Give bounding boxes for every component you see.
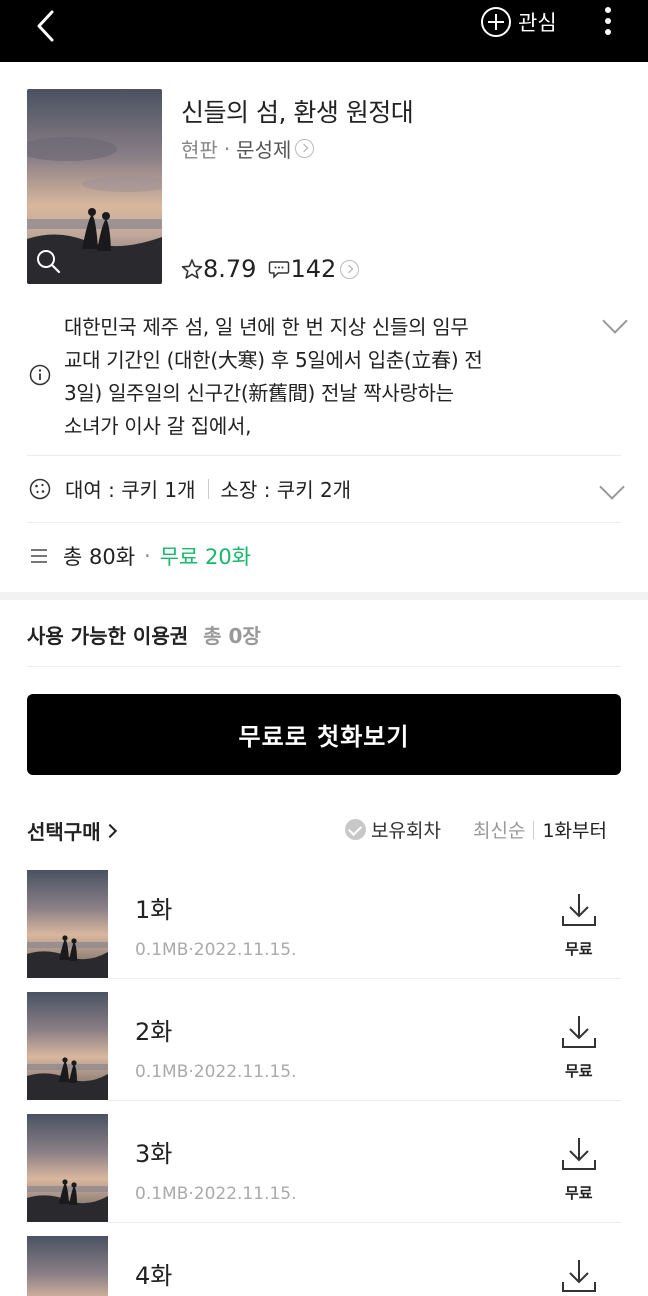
download-icon (562, 1138, 596, 1170)
download-icon (562, 1260, 596, 1292)
divider (108, 978, 621, 979)
author-link[interactable]: 문성제 (236, 134, 291, 163)
back-button[interactable] (26, 6, 66, 46)
ticket-count: 총 0장 (203, 624, 261, 648)
owned-filter-label: 보유회차 (371, 820, 441, 842)
episode-summary: 총 80화 · 무료 20화 (29, 541, 251, 571)
chevron-left-icon (37, 10, 54, 42)
episode-title: 4화 (135, 1262, 173, 1290)
episode-price: 무료 (565, 1184, 593, 1202)
book-cover[interactable] (27, 89, 162, 284)
favorite-button[interactable]: 관심 (480, 4, 557, 40)
description-line: 3일) 일주일의 신구간(新舊間) 전날 짝사랑하는 (64, 381, 454, 405)
episode-meta: 0.1MB·2022.11.15. (135, 1062, 297, 1082)
rating-row: 8.79 142 (181, 255, 360, 283)
pricing-row[interactable]: 대여 : 쿠키 1개 소장 : 쿠키 2개 (29, 474, 351, 503)
episode-row[interactable]: 4화 (27, 1236, 621, 1296)
episode-thumbnail (27, 1114, 108, 1222)
more-menu-button[interactable] (596, 6, 620, 38)
episode-row[interactable]: 1화 0.1MB·2022.11.15. 무료 (27, 870, 621, 978)
select-buy-label: 선택구매 (27, 820, 101, 844)
read-first-free-button[interactable]: 무료로 첫화보기 (27, 694, 621, 775)
ticket-info: 사용 가능한 이용권 총 0장 (27, 620, 261, 649)
comment-icon (269, 261, 290, 279)
chevron-right-icon (102, 823, 117, 838)
episode-thumbnail (27, 1236, 108, 1296)
book-title: 신들의 섬, 환생 원정대 (181, 98, 414, 127)
episode-title: 2화 (135, 1018, 173, 1046)
magnifier-icon (37, 250, 61, 274)
list-icon (31, 549, 47, 563)
download-button[interactable] (559, 890, 599, 930)
expand-description-icon[interactable] (602, 308, 628, 334)
description-line: 소녀가 이사 갈 집에서, (64, 414, 252, 438)
episode-price: 무료 (565, 1062, 593, 1080)
expand-pricing-icon[interactable] (599, 474, 625, 500)
favorite-label: 관심 (518, 11, 557, 35)
plus-circle-icon (481, 7, 511, 37)
episode-thumbnail (27, 992, 108, 1100)
episode-row[interactable]: 3화 0.1MB·2022.11.15. 무료 (27, 1114, 621, 1222)
sort-controls: 최신순 1화부터 (473, 816, 607, 843)
book-description[interactable]: 대한민국 제주 섬, 일 년에 한 번 지상 신들의 임무 교대 기간인 (대한… (64, 311, 564, 443)
download-icon (562, 894, 596, 926)
star-icon (181, 259, 203, 279)
section-divider (0, 592, 648, 600)
divider (108, 1100, 621, 1101)
divider (27, 666, 621, 667)
select-buy-button[interactable]: 선택구매 (27, 816, 117, 845)
episode-thumbnail (27, 870, 108, 978)
divider (108, 1222, 621, 1223)
rating-value: 8.79 (203, 255, 257, 283)
comment-count[interactable]: 142 (290, 255, 336, 283)
own-price: 소장 : 쿠키 2개 (220, 478, 352, 502)
ticket-label: 사용 가능한 이용권 (27, 624, 189, 648)
description-line: 교대 기간인 (대한(大寒) 후 5일에서 입춘(立春) 전 (64, 348, 483, 372)
download-button[interactable] (559, 1134, 599, 1174)
episode-price: 무료 (565, 940, 593, 958)
episode-title: 3화 (135, 1140, 173, 1168)
total-episodes: 총 80화 (63, 545, 136, 569)
episode-row[interactable]: 2화 0.1MB·2022.11.15. 무료 (27, 992, 621, 1100)
check-circle-icon (345, 819, 366, 840)
episode-meta: 0.1MB·2022.11.15. (135, 940, 297, 960)
download-button[interactable] (559, 1012, 599, 1052)
sort-latest[interactable]: 최신순 (473, 816, 525, 843)
publisher-label: 현판 (181, 138, 218, 162)
top-bar: 관심 (0, 0, 648, 62)
free-episodes: 무료 20화 (159, 545, 252, 569)
download-button[interactable] (559, 1256, 599, 1296)
cookie-icon (29, 478, 51, 499)
download-icon (562, 1016, 596, 1048)
divider (27, 522, 621, 523)
book-meta: 현판 · 문성제 (181, 134, 315, 163)
info-icon (29, 364, 51, 386)
episode-title: 1화 (135, 896, 173, 924)
sort-first[interactable]: 1화부터 (542, 816, 607, 843)
chevron-right-icon[interactable] (295, 139, 315, 158)
cover-zoom-button[interactable] (35, 248, 61, 278)
description-line: 대한민국 제주 섬, 일 년에 한 번 지상 신들의 임무 (64, 315, 469, 339)
chevron-right-icon[interactable] (340, 259, 360, 279)
divider (27, 455, 621, 456)
owned-filter-toggle[interactable]: 보유회차 (345, 816, 441, 843)
more-vertical-icon (605, 7, 611, 35)
episode-meta: 0.1MB·2022.11.15. (135, 1184, 297, 1204)
rent-price: 대여 : 쿠키 1개 (65, 478, 196, 502)
